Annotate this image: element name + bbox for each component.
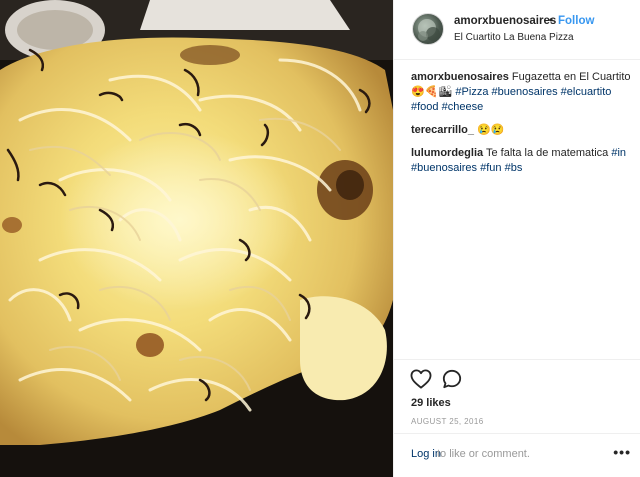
hashtag-link[interactable]: #elcuartito	[561, 86, 612, 98]
hashtag-link[interactable]: #buenosaires	[411, 162, 477, 174]
comment-item: lulumordeglia Te falta la de matematica …	[411, 146, 637, 176]
hashtag-link[interactable]: #Pizza	[455, 86, 488, 98]
login-prompt-text: to like or comment.	[437, 448, 530, 460]
post-photo[interactable]	[0, 0, 393, 477]
comment-author[interactable]: amorxbuenosaires	[411, 71, 509, 83]
hashtag-link[interactable]: #bs	[505, 162, 523, 174]
hashtag-link[interactable]: #buenosaires	[492, 86, 558, 98]
comment-caption: amorxbuenosaires Fugazetta en El Cuartit…	[411, 70, 637, 115]
follow-button[interactable]: Follow	[558, 15, 594, 27]
hashtag-link[interactable]: #in	[611, 147, 626, 159]
login-row: Log in to like or comment. •••	[394, 433, 640, 477]
more-options-icon[interactable]: •••	[613, 444, 631, 460]
likes-count[interactable]: 29 likes	[411, 397, 451, 409]
post-location[interactable]: El Cuartito La Buena Pizza	[454, 32, 574, 43]
separator-dot: •	[549, 15, 554, 27]
hashtag-link[interactable]: #cheese	[442, 101, 484, 113]
avatar-image	[418, 19, 440, 41]
post-side-panel: amorxbuenosaires • Follow El Cuartito La…	[393, 0, 640, 477]
comment-text: 😢😢	[477, 124, 505, 136]
avatar[interactable]	[412, 13, 444, 45]
comment-author[interactable]: lulumordeglia	[411, 147, 483, 159]
post-actions: 29 likes AUGUST 25, 2016	[394, 359, 640, 435]
post-username[interactable]: amorxbuenosaires	[454, 15, 556, 27]
post-date: AUGUST 25, 2016	[411, 417, 484, 426]
hashtag-link[interactable]: #fun	[480, 162, 501, 174]
comment-author[interactable]: terecarrillo_	[411, 124, 474, 136]
hashtag-link[interactable]: #food	[411, 101, 439, 113]
comment-icon[interactable]	[442, 369, 462, 394]
pizza-image	[0, 0, 393, 477]
comment-item: terecarrillo_ 😢😢	[411, 123, 637, 138]
comment-text: Te falta la de matematica	[485, 147, 609, 159]
comments-list: amorxbuenosaires Fugazetta en El Cuartit…	[411, 70, 637, 184]
post-header: amorxbuenosaires • Follow El Cuartito La…	[394, 0, 640, 60]
heart-icon[interactable]	[410, 369, 432, 394]
